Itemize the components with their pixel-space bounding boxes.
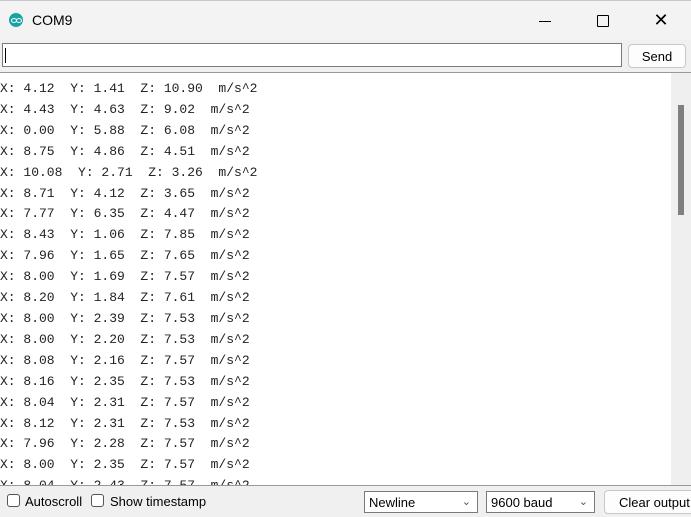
title-bar: COM9 ✕ [0, 0, 691, 40]
serial-output: X: 4.12 Y: 1.41 Z: 10.90 m/s^2 X: 4.43 Y:… [0, 72, 691, 486]
window-title: COM9 [32, 12, 73, 28]
text-caret [5, 48, 6, 63]
arduino-infinity-icon [9, 13, 23, 27]
output-line: X: 7.96 Y: 1.65 Z: 7.65 m/s^2 [0, 248, 250, 264]
output-log: X: 4.12 Y: 1.41 Z: 10.90 m/s^2 X: 4.43 Y:… [0, 79, 258, 486]
maximize-button[interactable] [580, 1, 626, 41]
output-line: X: 8.00 Y: 2.20 Z: 7.53 m/s^2 [0, 331, 250, 347]
output-line: X: 8.04 Y: 2.31 Z: 7.57 m/s^2 [0, 394, 250, 410]
output-line: X: 8.20 Y: 1.84 Z: 7.61 m/s^2 [0, 290, 250, 306]
output-line: X: 8.71 Y: 4.12 Z: 3.65 m/s^2 [0, 185, 250, 201]
output-line: X: 10.08 Y: 2.71 Z: 3.26 m/s^2 [0, 164, 258, 180]
output-line: X: 4.12 Y: 1.41 Z: 10.90 m/s^2 [0, 81, 258, 96]
output-line: X: 7.96 Y: 2.28 Z: 7.57 m/s^2 [0, 436, 250, 452]
vertical-scrollbar[interactable] [671, 73, 691, 485]
baud-rate-select[interactable]: 9600 baud ⌄ [486, 491, 595, 513]
scrollbar-thumb[interactable] [678, 105, 684, 215]
chevron-down-icon: ⌄ [461, 495, 471, 508]
bottom-toolbar: Autoscroll Show timestamp Newline ⌄ 9600… [0, 486, 691, 517]
line-ending-value: Newline [369, 494, 416, 510]
output-line: X: 8.04 Y: 2.43 Z: 7.57 m/s^2 [0, 478, 250, 486]
show-timestamp-checkbox[interactable] [91, 494, 104, 507]
output-line: X: 0.00 Y: 5.88 Z: 6.08 m/s^2 [0, 122, 250, 138]
autoscroll-checkbox[interactable] [7, 494, 20, 507]
output-line: X: 7.77 Y: 6.35 Z: 4.47 m/s^2 [0, 206, 250, 222]
output-line: X: 8.16 Y: 2.35 Z: 7.53 m/s^2 [0, 373, 250, 389]
send-row: Send [0, 40, 691, 72]
minimize-icon [539, 20, 551, 22]
show-timestamp-label: Show timestamp [110, 494, 207, 509]
output-line: X: 8.12 Y: 2.31 Z: 7.53 m/s^2 [0, 415, 250, 431]
output-line: X: 8.43 Y: 1.06 Z: 7.85 m/s^2 [0, 227, 250, 243]
output-line: X: 4.43 Y: 4.63 Z: 9.02 m/s^2 [0, 101, 250, 117]
minimize-button[interactable] [522, 1, 568, 41]
serial-input[interactable] [2, 43, 622, 67]
close-icon: ✕ [653, 10, 669, 31]
autoscroll-label: Autoscroll [25, 494, 83, 509]
output-line: X: 8.75 Y: 4.86 Z: 4.51 m/s^2 [0, 143, 250, 159]
close-button[interactable]: ✕ [638, 1, 684, 41]
send-button[interactable]: Send [628, 44, 686, 68]
output-line: X: 8.08 Y: 2.16 Z: 7.57 m/s^2 [0, 352, 250, 368]
output-line: X: 8.00 Y: 2.35 Z: 7.57 m/s^2 [0, 457, 250, 473]
line-ending-select[interactable]: Newline ⌄ [364, 491, 478, 513]
output-line: X: 8.00 Y: 2.39 Z: 7.53 m/s^2 [0, 310, 250, 326]
maximize-icon [597, 15, 609, 27]
output-line: X: 8.00 Y: 1.69 Z: 7.57 m/s^2 [0, 269, 250, 285]
chevron-down-icon: ⌄ [578, 495, 588, 508]
clear-output-button[interactable]: Clear output [604, 490, 691, 514]
baud-rate-value: 9600 baud [491, 494, 553, 510]
